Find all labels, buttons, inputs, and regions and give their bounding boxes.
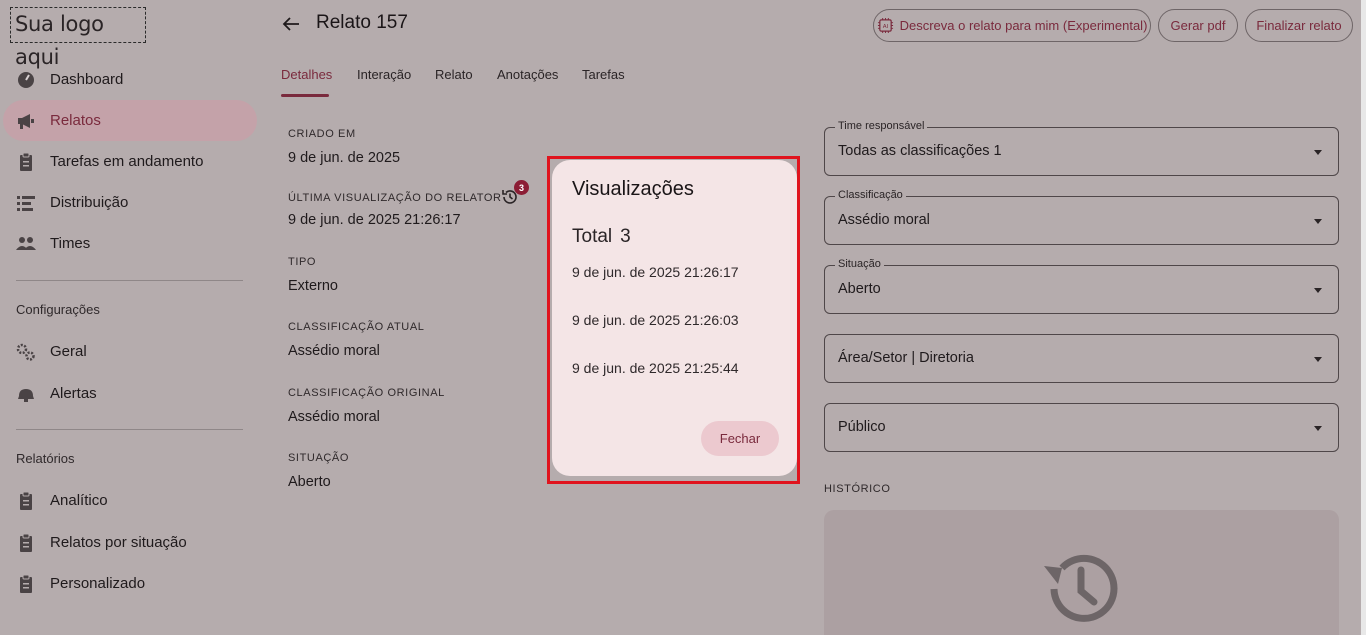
last-view-value: 9 de jun. de 2025 21:26:17 <box>288 212 461 228</box>
current-class-label: CLASSIFICAÇÃO ATUAL <box>288 321 425 333</box>
sidebar-item-label: Distribuição <box>50 194 129 211</box>
view-entry: 9 de jun. de 2025 21:26:17 <box>572 264 739 280</box>
clipboard-icon <box>16 491 36 511</box>
clipboard-icon <box>16 574 36 594</box>
logo: Sua logo aqui <box>10 7 146 69</box>
close-button[interactable]: Fechar <box>701 421 779 456</box>
status-select-value: Aberto <box>838 281 881 297</box>
team-select[interactable]: Time responsável Todas as classificações… <box>824 120 1339 176</box>
status-select[interactable]: Situação Aberto <box>824 258 1339 314</box>
dashboard-icon <box>16 70 36 90</box>
back-arrow-icon[interactable] <box>281 14 301 34</box>
sidebar-item-relatos[interactable]: Relatos <box>3 100 257 141</box>
sidebar: Sua logo aqui Dashboard Relatos Tarefas … <box>0 0 265 635</box>
section-title-config: Configurações <box>16 302 100 317</box>
sidebar-item-label: Dashboard <box>50 71 124 88</box>
generate-pdf-button[interactable]: Gerar pdf <box>1158 9 1238 42</box>
sidebar-item-dashboard[interactable]: Dashboard <box>3 59 257 100</box>
caret-down-icon <box>1314 288 1322 293</box>
dialog-total-value: 3 <box>620 226 631 247</box>
sidebar-item-label: Analítico <box>50 492 108 509</box>
tab-relato[interactable]: Relato <box>435 67 473 82</box>
last-view-label: ÚLTIMA VISUALIZAÇÃO DO RELATOR <box>288 192 502 204</box>
sidebar-item-label: Alertas <box>50 385 97 402</box>
sidebar-item-label: Times <box>50 235 91 252</box>
sidebar-item-times[interactable]: Times <box>3 223 257 264</box>
sidebar-item-personalizado[interactable]: Personalizado <box>3 563 257 604</box>
view-count-badge: 3 <box>514 180 529 195</box>
dialog-total: Total 3 <box>572 226 631 248</box>
team-select-value: Todas as classificações 1 <box>838 143 1002 159</box>
sidebar-item-relatos-situacao[interactable]: Relatos por situação <box>3 522 257 563</box>
classification-select-value: Assédio moral <box>838 212 930 228</box>
sidebar-item-label: Relatos por situação <box>50 534 187 551</box>
area-select[interactable]: Área/Setor | Diretoria <box>824 334 1339 383</box>
sidebar-item-label: Relatos <box>50 112 101 129</box>
clipboard-icon <box>16 152 36 172</box>
history-icon <box>1044 554 1118 622</box>
scrollbar[interactable] <box>1361 0 1366 635</box>
created-label: CRIADO EM <box>288 128 356 140</box>
classification-select[interactable]: Classificação Assédio moral <box>824 189 1339 245</box>
clipboard-icon <box>16 533 36 553</box>
section-title-reports: Relatórios <box>16 451 75 466</box>
public-select[interactable]: Público <box>824 403 1339 452</box>
sidebar-item-alertas[interactable]: Alertas <box>3 373 257 414</box>
divider <box>16 280 243 281</box>
distribution-icon <box>16 193 36 213</box>
alert-icon <box>16 384 36 404</box>
team-select-label: Time responsável <box>835 120 928 132</box>
created-value: 9 de jun. de 2025 <box>288 150 401 166</box>
status-value: Aberto <box>288 474 331 490</box>
describe-report-button[interactable]: AI Descreva o relato para mim (Experimen… <box>873 9 1151 42</box>
sidebar-item-analitico[interactable]: Analítico <box>3 480 257 521</box>
type-value: Externo <box>288 278 338 294</box>
people-icon <box>16 234 36 254</box>
sidebar-item-geral[interactable]: Geral <box>3 331 257 372</box>
classification-select-label: Classificação <box>835 189 906 201</box>
gears-icon <box>16 342 36 362</box>
megaphone-icon <box>16 111 36 131</box>
sidebar-item-tarefas[interactable]: Tarefas em andamento <box>3 141 257 182</box>
svg-text:AI: AI <box>882 24 888 30</box>
sidebar-item-label: Geral <box>50 343 87 360</box>
caret-down-icon <box>1314 426 1322 431</box>
current-class-value: Assédio moral <box>288 343 380 359</box>
tab-tarefas[interactable]: Tarefas <box>582 67 625 82</box>
divider <box>16 429 243 430</box>
public-select-value: Público <box>838 419 886 435</box>
view-entry: 9 de jun. de 2025 21:25:44 <box>572 360 739 376</box>
view-entry: 9 de jun. de 2025 21:26:03 <box>572 312 739 328</box>
dialog-total-label: Total <box>572 226 613 247</box>
history-label: HISTÓRICO <box>824 483 891 495</box>
status-label: SITUAÇÃO <box>288 452 350 464</box>
sidebar-item-distribuicao[interactable]: Distribuição <box>3 182 257 223</box>
page-title: Relato 157 <box>316 12 408 33</box>
area-select-value: Área/Setor | Diretoria <box>838 350 974 366</box>
sidebar-item-label: Tarefas em andamento <box>50 153 204 170</box>
caret-down-icon <box>1314 357 1322 362</box>
tab-detalhes[interactable]: Detalhes <box>281 67 332 82</box>
active-tab-indicator <box>281 94 329 97</box>
status-select-label: Situação <box>835 258 884 270</box>
type-label: TIPO <box>288 256 317 268</box>
caret-down-icon <box>1314 150 1322 155</box>
views-dialog: Visualizações Total 3 9 de jun. de 2025 2… <box>552 160 797 476</box>
ai-chip-icon: AI <box>877 17 893 34</box>
tab-interacao[interactable]: Interação <box>357 67 411 82</box>
finish-report-button[interactable]: Finalizar relato <box>1245 9 1353 42</box>
describe-button-label: Descreva o relato para mim (Experimental… <box>899 18 1148 33</box>
tab-anotacoes[interactable]: Anotações <box>497 67 558 82</box>
sidebar-item-label: Personalizado <box>50 575 146 592</box>
original-class-value: Assédio moral <box>288 409 380 425</box>
original-class-label: CLASSIFICAÇÃO ORIGINAL <box>288 387 445 399</box>
caret-down-icon <box>1314 219 1322 224</box>
dialog-title: Visualizações <box>572 178 694 200</box>
